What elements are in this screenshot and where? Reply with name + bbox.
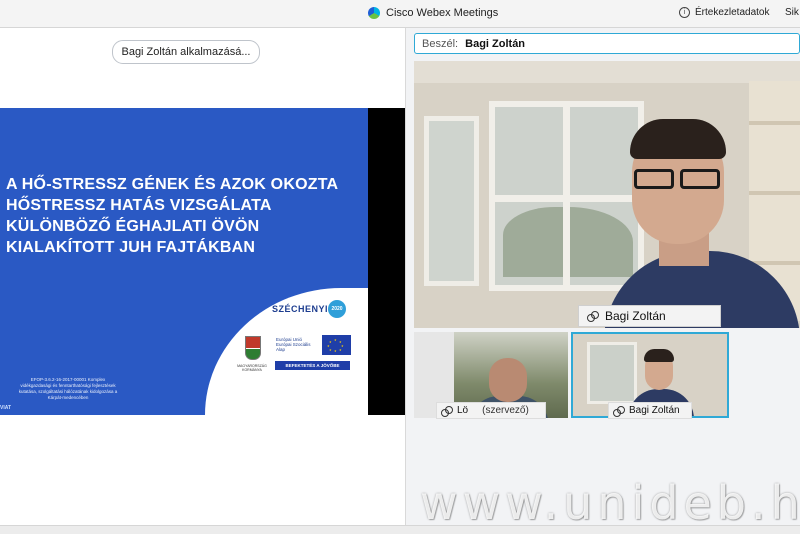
speaker-name: Bagi Zoltán	[465, 38, 526, 50]
slide-title-line: KÜLÖNBÖZŐ ÉGHAJLATI ÖVÖN	[6, 218, 260, 235]
thumbnail-name-label: Lö (szervező)	[436, 402, 546, 419]
participant-hair	[630, 119, 726, 159]
speaker-label: Beszél:	[422, 38, 459, 50]
shared-app-chip[interactable]: Bagi Zoltán alkalmazásá...	[112, 40, 260, 64]
glasses	[626, 169, 728, 191]
network-icon	[441, 405, 453, 417]
government-label: MAGYARORSZÁG KORMÁNYA	[237, 364, 267, 372]
thumb-head	[489, 358, 527, 402]
video-window-left	[424, 116, 479, 286]
network-icon	[587, 311, 599, 322]
coat-of-arms-icon	[245, 336, 261, 360]
watermark-text: www.unideb.hu	[420, 476, 800, 530]
project-line: Kárpát-medencében	[47, 395, 89, 400]
participant-name: Lö	[457, 405, 469, 416]
app-name: Cisco Webex Meetings	[386, 7, 499, 19]
shelf-board	[749, 191, 800, 195]
video-ceiling	[414, 61, 800, 83]
eu-line: Alap	[276, 347, 286, 352]
eu-flag-icon: ★ ★ ★ ★ ★ ★ ★ ★	[322, 335, 351, 355]
app-title: Cisco Webex Meetings	[368, 7, 498, 19]
slide-title-line: A HŐ-STRESSZ GÉNEK ÉS AZOK OKOZTA	[6, 176, 339, 193]
webex-logo-icon	[368, 7, 380, 19]
slide-letterbox	[368, 108, 405, 415]
invest-future-banner: BEFEKTETÉS A JÖVŐBE	[275, 361, 350, 370]
video-window	[489, 101, 644, 291]
szechenyi-2020-badge: 2020	[328, 300, 346, 318]
main-video-tile[interactable]	[414, 61, 800, 328]
window-bar	[495, 195, 638, 202]
slide-title-line: KIALAKÍTOTT JUH FAJTÁKBAN	[6, 239, 256, 256]
thumbnail-name-label: Bagi Zoltán	[608, 402, 692, 419]
szechenyi-logo-text: SZÉCHENYI	[272, 304, 329, 314]
participant-name: Bagi Zoltán	[629, 405, 680, 416]
glasses-lens	[680, 169, 720, 189]
meeting-info-button[interactable]: i Értekezletadatok	[679, 7, 770, 18]
presentation-slide: A HŐ-STRESSZ GÉNEK ÉS AZOK OKOZTA HŐSTRE…	[0, 108, 405, 415]
eu-fund-label: Európai Unió Európai Szociális Alap	[276, 337, 311, 352]
thumb-hair	[644, 349, 674, 362]
participant-role: (szervező)	[482, 405, 529, 416]
shelf-board	[749, 121, 800, 125]
slide-footer-logo: VIAT	[0, 405, 12, 411]
glasses-lens	[634, 169, 674, 189]
slide-title: A HŐ-STRESSZ GÉNEK ÉS AZOK OKOZTA HŐSTRE…	[6, 174, 356, 258]
meeting-info-label: Értekezletadatok	[695, 7, 770, 18]
main-video-name-label: Bagi Zoltán	[578, 305, 721, 327]
thumb-window	[587, 342, 637, 404]
help-menu[interactable]: Sik	[785, 7, 799, 18]
project-id-text: EFOP-3.6.2-16-2017-00001 Komplex vidékga…	[8, 377, 128, 401]
info-icon: i	[679, 7, 690, 18]
active-speaker-bar: Beszél: Bagi Zoltán	[414, 33, 800, 54]
main-video-name: Bagi Zoltán	[605, 309, 666, 323]
network-icon	[613, 405, 625, 417]
slide-title-line: HŐSTRESSZ HATÁS VIZSGÁLATA	[6, 197, 272, 214]
title-bar: Cisco Webex Meetings i Értekezletadatok …	[0, 0, 800, 28]
